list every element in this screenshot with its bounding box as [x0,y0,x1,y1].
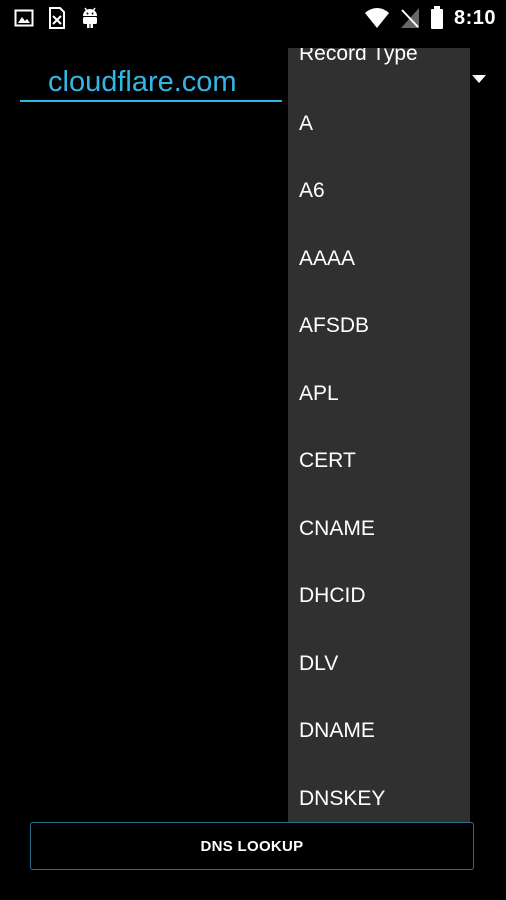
dropdown-option-dname[interactable]: DNAME [299,719,375,743]
dropdown-header-record-type[interactable]: Record Type [299,48,418,66]
dropdown-option-dnskey[interactable]: DNSKEY [299,787,385,811]
android-icon [80,7,100,29]
domain-input-value: cloudflare.com [48,66,237,98]
record-type-dropdown[interactable]: Record Type A A6 AAAA AFSDB APL CERT CNA… [288,48,470,838]
battery-icon [430,6,444,30]
wifi-icon [364,7,390,29]
dropdown-option-afsdb[interactable]: AFSDB [299,314,369,338]
domain-input[interactable]: cloudflare.com [20,64,282,102]
dns-lookup-button[interactable]: DNS LOOKUP [30,822,474,870]
no-signal-icon [400,7,420,29]
record-type-spinner-arrow-icon[interactable] [472,75,486,83]
image-icon [14,8,34,28]
dropdown-option-cert[interactable]: CERT [299,449,356,473]
dropdown-option-dhcid[interactable]: DHCID [299,584,366,608]
dropdown-option-aaaa[interactable]: AAAA [299,247,355,271]
status-time: 8:10 [453,6,496,29]
dropdown-option-dlv[interactable]: DLV [299,652,338,676]
dropdown-option-a[interactable]: A [299,112,313,136]
dropdown-option-apl[interactable]: APL [299,382,339,406]
dropdown-option-a6[interactable]: A6 [299,179,325,203]
dropdown-option-cname[interactable]: CNAME [299,517,375,541]
sim-card-icon [48,7,66,29]
status-bar: 8:10 [0,0,506,36]
